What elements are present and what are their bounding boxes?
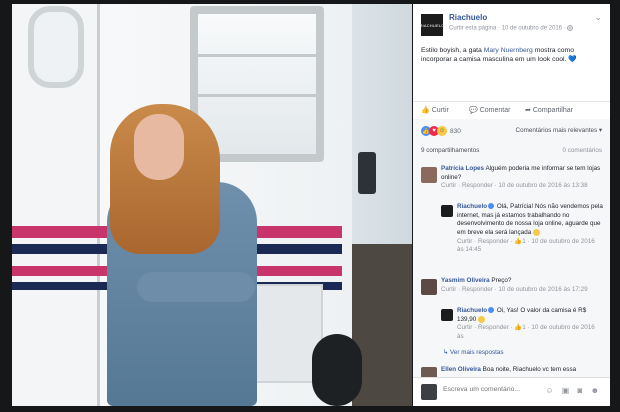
wink-emoji [478,315,486,323]
replier-name-link[interactable]: Riachuelo [457,203,487,210]
comment-item: Patrícia Lopes Alguém poderia me informa… [441,165,603,191]
share-label: Compartilhar [532,107,573,114]
commenter-avatar[interactable] [421,167,437,183]
reply-meta[interactable]: Curtir · Responder · 👍1 · 10 de outubro … [457,324,595,340]
caption-tag-link[interactable]: Mary Nuernberg [484,47,533,54]
page-reply-avatar[interactable] [441,309,453,321]
photo-mirror [358,152,376,194]
post-meta[interactable]: Curtir esta página · 10 de outubro de 20… [449,25,574,32]
comment-text: Preço? [489,277,512,284]
wow-reaction-icon[interactable]: ☺ [437,126,447,136]
like-button[interactable]: 👍 Curtir [421,106,449,114]
replier-name-link[interactable]: Riachuelo [457,307,487,314]
photo-porthole [28,6,84,88]
post-photo[interactable] [12,4,412,406]
view-more-replies-link[interactable]: ↳ Ver mais respostas [443,349,504,356]
comment-composer: ☺ ▣ ◙ ☻ [413,377,610,406]
reply-item: Riachuelo Olá, Patrícia! Nós não vendemo… [457,203,603,255]
page-logo[interactable]: RIACHUELO [419,14,444,36]
smiley-emoji [532,228,540,236]
post-meta-text: Curtir esta página · 10 de outubro de 20… [449,25,566,32]
share-icon: ➦ [525,107,531,114]
comment-item: Ellen Oliveira Boa noite, Riachuelo vc t… [441,366,603,375]
comment-label: Comentar [479,107,511,114]
post-header: RIACHUELO Riachuelo Curtir esta página ·… [413,4,610,44]
share-button[interactable]: ➦ Compartilhar [525,106,573,114]
reply-meta-text: Curtir · Responder · [457,237,515,245]
composer-icons[interactable]: ☺ ▣ ◙ ☻ [545,386,602,395]
comment-sort-dropdown[interactable]: Comentários mais relevantes ▾ [516,127,602,134]
globe-icon [567,25,574,31]
reply-meta[interactable]: Curtir · Responder · 👍1 · 10 de outubro … [457,238,595,254]
post-caption: Estilo boyish, a gata Mary Nuernberg mos… [421,46,605,64]
reactions-bar: 👍 ♥ ☺ 830 Comentários mais relevantes ▾ [413,119,610,147]
commenter-name-link[interactable]: Ellen Oliveira [441,366,481,373]
reply-item: Riachuelo Oi, Yas! O valor da camisa é R… [457,307,603,342]
comments-list: 9 compartilhamentos 0 comentários Patríc… [413,147,610,383]
user-avatar [421,384,437,400]
comment-meta[interactable]: Curtir · Responder · 10 de outubro de 20… [441,286,588,293]
verified-badge-icon [488,203,495,210]
photo-model-face [134,114,184,180]
post-options-chevron-icon[interactable]: ⌄ [594,12,602,23]
blue-heart-emoji: 💙 [568,56,577,63]
photo-model-arm [137,272,255,302]
caption-text-start: Estilo boyish, a gata [421,47,484,54]
comment-meta[interactable]: Curtir · Responder · 10 de outubro de 20… [441,182,588,189]
comments-count[interactable]: 0 comentários [562,147,602,154]
page-reply-avatar[interactable] [441,205,453,217]
thumbs-up-icon: 👍 [421,107,430,114]
commenter-name-link[interactable]: Yasmim Oliveira [441,277,490,284]
shares-count[interactable]: 9 compartilhamentos [421,147,479,154]
reactions-count[interactable]: 830 [450,128,461,135]
comment-icon: 💬 [469,107,478,114]
commenter-name-link[interactable]: Patrícia Lopes [441,165,484,172]
like-label: Curtir [431,107,449,114]
comment-text: Boa noite, Riachuelo vc tem essa [480,366,577,373]
post-sidebar: RIACHUELO Riachuelo Curtir esta página ·… [413,4,610,406]
photo-wheel [312,334,362,406]
verified-badge-icon [488,307,495,314]
commenter-avatar[interactable] [421,279,437,295]
post-actions-bar: 👍 Curtir 💬 Comentar ➦ Compartilhar [413,101,610,121]
reply-meta-text: Curtir · Responder · [457,324,515,332]
comment-button[interactable]: 💬 Comentar [469,106,510,114]
comment-item: Yasmim Oliveira Preço? Curtir · Responde… [441,277,603,294]
page-name-link[interactable]: Riachuelo [449,13,487,22]
